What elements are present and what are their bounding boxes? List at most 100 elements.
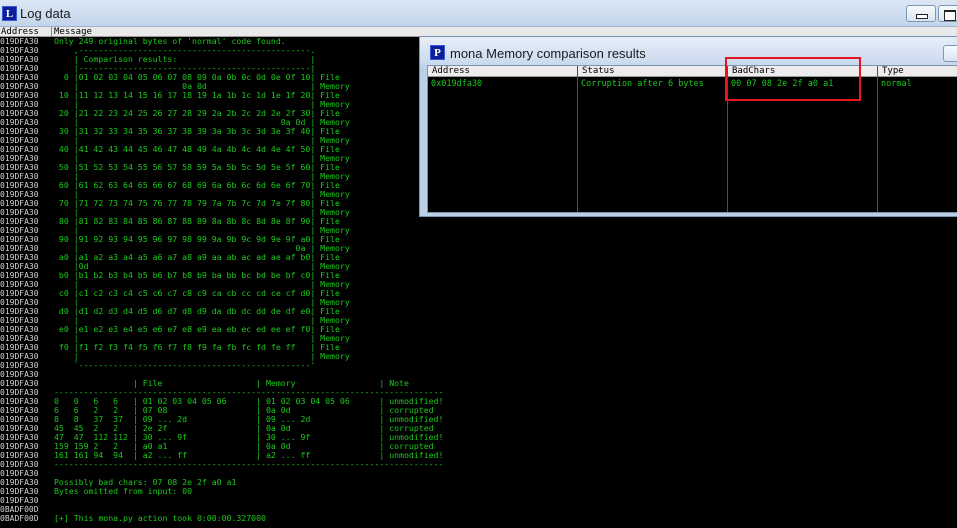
- log-row-address: 019DFA30: [0, 361, 39, 370]
- log-row[interactable]: 019DFA30: [0, 370, 957, 379]
- log-row[interactable]: 019DFA30 c0 |c1 c2 c3 c4 c5 c6 c7 c8 c9 …: [0, 289, 957, 298]
- log-row[interactable]: 019DFA30: [0, 496, 957, 505]
- log-row[interactable]: 019DFA30 159 159 2 2 | a0 a1 | 0a 0d | co…: [0, 442, 957, 451]
- log-row[interactable]: 019DFA30 | | Memory: [0, 352, 957, 361]
- column-gridline: [877, 66, 878, 212]
- log-row-address: 019DFA30: [0, 163, 39, 172]
- log-row[interactable]: 019DFA30 `------------------------------…: [0, 361, 957, 370]
- log-row-message: |0d | Memory: [54, 262, 350, 271]
- log-row[interactable]: 019DFA30 | | Memory: [0, 226, 957, 235]
- log-row[interactable]: 019DFA30: [0, 469, 957, 478]
- log-row-address: 019DFA30: [0, 433, 39, 442]
- log-row[interactable]: 019DFA30 | 0a | Memory: [0, 244, 957, 253]
- log-row-address: 019DFA30: [0, 37, 39, 46]
- log-row-message: [+] This mona.py action took 0:00:00.327…: [54, 514, 266, 523]
- badchars-highlight-annotation: [725, 57, 861, 101]
- log-row-address: 019DFA30: [0, 199, 39, 208]
- log-row-address: 019DFA30: [0, 109, 39, 118]
- column-header-type[interactable]: Type: [881, 66, 957, 77]
- log-row-message: | | Memory: [54, 316, 350, 325]
- log-row-message: d0 |d1 d2 d3 d4 d5 d6 d7 d8 d9 da db dc …: [54, 307, 340, 316]
- log-row-address: 019DFA30: [0, 406, 39, 415]
- log-row-message: [54, 469, 954, 478]
- log-row[interactable]: 019DFA30 Possibly bad chars: 07 08 2e 2f …: [0, 478, 957, 487]
- log-row-message: | | Memory: [54, 226, 350, 235]
- log-row-message: | 0a | Memory: [54, 244, 350, 253]
- log-row-address: 019DFA30: [0, 487, 39, 496]
- log-row-message: | | Memory: [54, 334, 350, 343]
- log-row-address: 019DFA30: [0, 415, 39, 424]
- log-row[interactable]: 019DFA30 a0 |a1 a2 a3 a4 a5 a6 a7 a8 a9 …: [0, 253, 957, 262]
- log-row[interactable]: 0BADF00D [+] This mona.py action took 0:0…: [0, 514, 957, 523]
- log-row[interactable]: 019DFA30 | | Memory: [0, 334, 957, 343]
- log-row-message: e0 |e1 e2 e3 e4 e5 e6 e7 e8 e9 ea eb ec …: [54, 325, 340, 334]
- log-row-message: | | Memory: [54, 352, 350, 361]
- log-row-address: 019DFA30: [0, 478, 39, 487]
- log-window-titlebar[interactable]: L Log data: [0, 0, 957, 27]
- log-row-address: 019DFA30: [0, 316, 39, 325]
- log-row-message: 80 |81 82 83 84 85 86 87 88 89 8a 8b 8c …: [54, 217, 340, 226]
- log-row[interactable]: 019DFA30 47 47 112 112 | 30 ... 9f | 30 .…: [0, 433, 957, 442]
- log-row[interactable]: 0BADF00D: [0, 505, 957, 514]
- log-row-message: 90 |91 92 93 94 95 96 97 98 99 9a 9b 9c …: [54, 235, 340, 244]
- log-row-address: 019DFA30: [0, 397, 39, 406]
- log-row-address: 019DFA30: [0, 262, 39, 271]
- log-row[interactable]: 019DFA30 | | Memory: [0, 280, 957, 289]
- log-row[interactable]: 019DFA30 0 0 6 6 | 01 02 03 04 05 06 | 01…: [0, 397, 957, 406]
- mona-app-icon: P: [430, 45, 445, 60]
- minimize-button[interactable]: [906, 5, 936, 22]
- log-row-message: | | Memory: [54, 298, 350, 307]
- maximize-button[interactable]: [938, 5, 957, 22]
- log-row[interactable]: 019DFA30 45 45 2 2 | 2e 2f | 0a 0d | corr…: [0, 424, 957, 433]
- log-row-address: 019DFA30: [0, 334, 39, 343]
- log-row[interactable]: 019DFA30 --------------------------------…: [0, 388, 957, 397]
- log-row-address: 019DFA30: [0, 280, 39, 289]
- log-row[interactable]: 019DFA30 --------------------------------…: [0, 460, 957, 469]
- log-row-message: 47 47 112 112 | 30 ... 9f | 30 ... 9f | …: [54, 433, 444, 442]
- log-row-address: 019DFA30: [0, 190, 39, 199]
- log-row-address: 0BADF00D: [0, 505, 39, 514]
- log-row[interactable]: 019DFA30 161 161 94 94 | a2 ... ff | a2 .…: [0, 451, 957, 460]
- log-row[interactable]: 019DFA30 80 |81 82 83 84 85 86 87 88 89 …: [0, 217, 957, 226]
- log-row[interactable]: 019DFA30 8 8 37 37 | 09 ... 2d | 09 ... 2…: [0, 415, 957, 424]
- log-row-message: a0 |a1 a2 a3 a4 a5 a6 a7 a8 a9 aa ab ac …: [54, 253, 340, 262]
- log-row-message: 0 0 6 6 | 01 02 03 04 05 06 | 01 02 03 0…: [54, 397, 444, 406]
- log-row-message: 159 159 2 2 | a0 a1 | 0a 0d | corrupted: [54, 442, 434, 451]
- log-row-address: 019DFA30: [0, 298, 39, 307]
- log-row[interactable]: 019DFA30 e0 |e1 e2 e3 e4 e5 e6 e7 e8 e9 …: [0, 325, 957, 334]
- mona-results-table[interactable]: Address Status BadChars Type 0x019dfa30 …: [427, 65, 957, 213]
- log-row-address: 019DFA30: [0, 388, 39, 397]
- log-row[interactable]: 019DFA30 | File | Memory | Note: [0, 379, 957, 388]
- log-row[interactable]: 019DFA30 d0 |d1 d2 d3 d4 d5 d6 d7 d8 d9 …: [0, 307, 957, 316]
- log-row-address: 019DFA30: [0, 217, 39, 226]
- cell-type: normal: [881, 79, 912, 89]
- log-row-message: 45 45 2 2 | 2e 2f | 0a 0d | corrupted: [54, 424, 434, 433]
- log-row-address: 019DFA30: [0, 307, 39, 316]
- log-row[interactable]: 019DFA30 | | Memory: [0, 298, 957, 307]
- log-row-message: Possibly bad chars: 07 08 2e 2f a0 a1: [54, 478, 237, 487]
- log-row-address: 019DFA30: [0, 451, 39, 460]
- log-row-address: 019DFA30: [0, 496, 39, 505]
- log-row[interactable]: 019DFA30 90 |91 92 93 94 95 96 97 98 99 …: [0, 235, 957, 244]
- column-header-address[interactable]: Address: [431, 66, 581, 77]
- log-row-address: 019DFA30: [0, 469, 39, 478]
- log-row-address: 019DFA30: [0, 172, 39, 181]
- log-row-address: 019DFA30: [0, 46, 39, 55]
- log-row-address: 019DFA30: [0, 352, 39, 361]
- log-row[interactable]: 019DFA30 6 6 2 2 | 07 08 | 0a 0d | corrup…: [0, 406, 957, 415]
- cell-address: 0x019dfa30: [431, 79, 483, 89]
- column-header-status[interactable]: Status: [581, 66, 727, 77]
- mona-window-titlebar[interactable]: P mona Memory comparison results: [420, 37, 957, 65]
- column-header-address[interactable]: Address: [0, 27, 52, 37]
- log-row-address: 019DFA30: [0, 136, 39, 145]
- log-row[interactable]: 019DFA30 b0 |b1 b2 b3 b4 b5 b6 b7 b8 b9 …: [0, 271, 957, 280]
- log-row-address: 019DFA30: [0, 343, 39, 352]
- log-row-address: 019DFA30: [0, 55, 39, 64]
- log-row[interactable]: 019DFA30 |0d | Memory: [0, 262, 957, 271]
- log-row[interactable]: 019DFA30 f0 |f1 f2 f3 f4 f5 f6 f7 f8 f9 …: [0, 343, 957, 352]
- log-row-message: 8 8 37 37 | 09 ... 2d | 09 ... 2d | unmo…: [54, 415, 444, 424]
- log-row[interactable]: 019DFA30 | | Memory: [0, 316, 957, 325]
- log-row-address: 019DFA30: [0, 226, 39, 235]
- close-button[interactable]: [943, 45, 957, 62]
- log-row[interactable]: 019DFA30 Bytes omitted from input: 00: [0, 487, 957, 496]
